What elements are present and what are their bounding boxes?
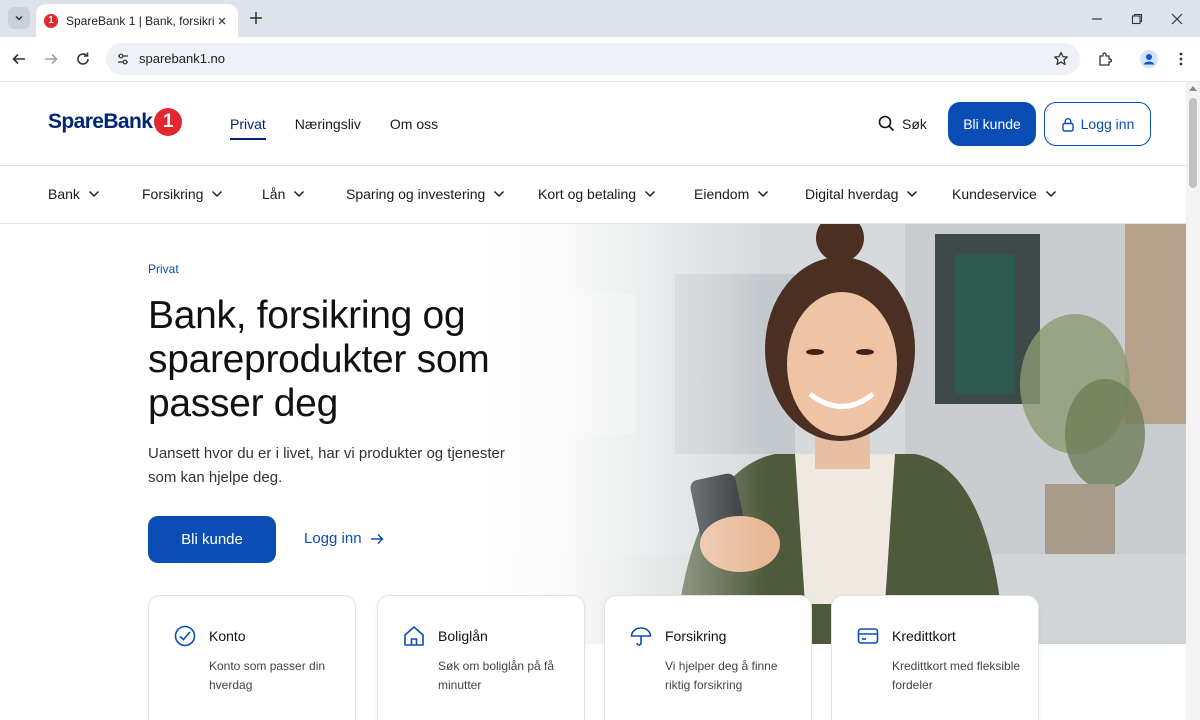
chevron-down-icon xyxy=(88,190,99,198)
card-head: Konto xyxy=(173,624,246,648)
cat-lan[interactable]: Lån xyxy=(262,186,305,202)
scrollbar-thumb[interactable] xyxy=(1189,98,1197,188)
cat-label: Lån xyxy=(262,186,286,202)
card-title: Konto xyxy=(209,628,246,644)
minimize-icon[interactable] xyxy=(1086,8,1108,30)
page-scrollbar[interactable] xyxy=(1186,82,1200,720)
chevron-down-icon xyxy=(212,190,223,198)
reload-icon[interactable] xyxy=(72,48,94,70)
search-button[interactable]: Søk xyxy=(878,115,927,132)
become-customer-button[interactable]: Bli kunde xyxy=(948,102,1036,146)
nav-privat[interactable]: Privat xyxy=(230,116,266,140)
logo-badge: 1 xyxy=(154,108,183,136)
sparebank-logo[interactable]: SpareBank 1 xyxy=(48,108,183,136)
chevron-down-icon xyxy=(494,190,505,198)
plus-icon[interactable] xyxy=(246,8,266,28)
card-head: Boliglån xyxy=(402,624,488,648)
nav-naeringsliv[interactable]: Næringsliv xyxy=(295,116,361,140)
cat-sparing[interactable]: Sparing og investering xyxy=(346,186,505,202)
card-text: Vi hjelper deg å finne riktig forsikring xyxy=(665,659,778,692)
lock-icon xyxy=(1061,117,1074,132)
hero-section: Privat Bank, forsikring og spareprodukte… xyxy=(0,224,1186,720)
cat-kundeservice[interactable]: Kundeservice xyxy=(952,186,1057,202)
hero-lead: Uansett hvor du er i livet, har vi produ… xyxy=(148,445,505,486)
card-text: Kredittkort med fleksible fordeler xyxy=(892,659,1021,692)
house-icon xyxy=(404,626,424,646)
cat-label: Bank xyxy=(48,186,80,202)
restore-icon[interactable] xyxy=(1126,8,1148,30)
extensions-icon[interactable] xyxy=(1094,48,1116,70)
card-title: Boliglån xyxy=(438,628,488,644)
cat-bank[interactable]: Bank xyxy=(48,186,100,202)
arrow-right-icon xyxy=(370,533,384,544)
chevron-down-icon xyxy=(758,190,769,198)
product-card-kredittkort[interactable]: Kredittkort Kredittkort med fleksible fo… xyxy=(831,595,1039,720)
search-label: Søk xyxy=(902,115,927,132)
cat-label: Kort og betaling xyxy=(538,186,637,202)
more-icon[interactable] xyxy=(1170,48,1192,70)
tab-title: SpareBank 1 | Bank, forsikring, k xyxy=(66,13,214,28)
nav-om-oss[interactable]: Om oss xyxy=(390,116,438,140)
cat-forsikring[interactable]: Forsikring xyxy=(142,186,223,202)
product-card-forsikring[interactable]: Forsikring Vi hjelper deg å finne riktig… xyxy=(604,595,812,720)
cat-eiendom[interactable]: Eiendom xyxy=(694,186,769,202)
web-page: SpareBank 1 Privat Næringsliv Om oss Søk… xyxy=(0,82,1186,720)
cat-label: Eiendom xyxy=(694,186,750,202)
product-card-boliglan[interactable]: Boliglån Søk om boliglån på få minutter xyxy=(377,595,585,720)
login-button[interactable]: Logg inn xyxy=(1044,102,1151,146)
browser-tabstrip: 1 SpareBank 1 | Bank, forsikring, k xyxy=(0,0,1200,37)
favicon-icon: 1 xyxy=(44,13,58,28)
hero-login-link[interactable]: Logg inn xyxy=(304,530,384,547)
site-header: SpareBank 1 Privat Næringsliv Om oss Søk… xyxy=(0,82,1186,166)
chevron-down-icon xyxy=(1045,190,1056,198)
tab-list-icon[interactable] xyxy=(8,7,30,29)
browser-tab[interactable]: 1 SpareBank 1 | Bank, forsikring, k xyxy=(36,4,238,37)
hero-headline: Bank, forsikring og spareprodukter som p… xyxy=(148,294,490,425)
browser-toolbar: sparebank1.no xyxy=(0,37,1200,82)
photo-fade xyxy=(485,224,1186,644)
card-text: Søk om boliglån på få minutter xyxy=(438,659,555,692)
logo-text: SpareBank xyxy=(48,110,153,133)
chevron-down-icon xyxy=(907,190,918,198)
site-info-icon[interactable] xyxy=(112,48,134,70)
card-head: Forsikring xyxy=(629,624,726,648)
scroll-up-arrow[interactable] xyxy=(1189,86,1197,91)
cat-label: Sparing og investering xyxy=(346,186,486,202)
chevron-down-icon xyxy=(294,190,305,198)
address-bar[interactable]: sparebank1.no xyxy=(106,43,1080,75)
card-text: Konto som passer din hverdag xyxy=(209,659,326,692)
cat-label: Kundeservice xyxy=(952,186,1037,202)
hero-login-label: Logg inn xyxy=(304,530,362,547)
star-icon[interactable] xyxy=(1050,48,1072,70)
login-label: Logg inn xyxy=(1080,116,1135,132)
product-card-konto[interactable]: Konto Konto som passer din hverdag xyxy=(148,595,356,720)
back-icon[interactable] xyxy=(8,48,30,70)
cat-digital[interactable]: Digital hverdag xyxy=(805,186,918,202)
url-text[interactable]: sparebank1.no xyxy=(139,51,225,66)
category-nav: Bank Forsikring Lån Sparing og investeri… xyxy=(0,166,1186,224)
card-title: Kredittkort xyxy=(892,628,956,644)
profile-icon[interactable] xyxy=(1138,48,1160,70)
cat-label: Digital hverdag xyxy=(805,186,899,202)
umbrella-icon xyxy=(630,627,652,646)
cat-label: Forsikring xyxy=(142,186,204,202)
forward-icon[interactable] xyxy=(40,48,62,70)
search-icon xyxy=(878,115,895,132)
card-head: Kredittkort xyxy=(856,624,956,648)
hero-become-customer-button[interactable]: Bli kunde xyxy=(148,516,276,563)
card-title: Forsikring xyxy=(665,628,727,644)
hero-eyebrow: Privat xyxy=(148,262,179,276)
hero-photo xyxy=(485,224,1186,644)
account-check-icon xyxy=(174,625,196,647)
close-icon[interactable] xyxy=(214,13,230,29)
chevron-down-icon xyxy=(645,190,656,198)
cat-kort[interactable]: Kort og betaling xyxy=(538,186,656,202)
credit-card-icon xyxy=(857,628,879,644)
window-close-icon[interactable] xyxy=(1166,8,1188,30)
top-nav: Privat Næringsliv Om oss xyxy=(230,116,438,140)
